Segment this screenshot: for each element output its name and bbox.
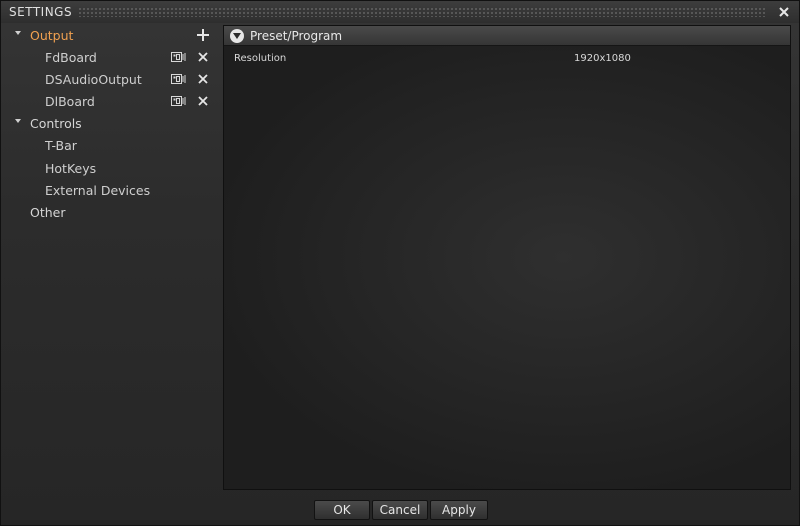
ok-button[interactable]: OK bbox=[314, 500, 370, 520]
tree-item-label: FdBoard bbox=[45, 49, 97, 65]
tree-item-output[interactable]: Output bbox=[1, 24, 219, 46]
tree-item-label: Output bbox=[30, 27, 74, 43]
remove-icon[interactable] bbox=[195, 72, 211, 86]
tree-item-label: Other bbox=[30, 204, 66, 220]
tree-item-label: T-Bar bbox=[45, 137, 77, 153]
device-settings-icon[interactable] bbox=[171, 72, 187, 86]
window-title: SETTINGS bbox=[9, 5, 73, 19]
remove-icon[interactable] bbox=[195, 50, 211, 64]
tree-item-label: Controls bbox=[30, 115, 82, 131]
tree-item-label: DSAudioOutput bbox=[45, 71, 142, 87]
property-value[interactable]: 1920x1080 bbox=[574, 53, 631, 64]
close-icon[interactable] bbox=[775, 3, 793, 21]
cancel-button[interactable]: Cancel bbox=[372, 500, 428, 520]
property-name: Resolution bbox=[234, 53, 287, 64]
tree-item-label: External Devices bbox=[45, 182, 151, 198]
remove-icon[interactable] bbox=[195, 94, 211, 108]
tree-item-fdboard[interactable]: FdBoard bbox=[1, 46, 219, 68]
title-bar-grip bbox=[78, 7, 767, 17]
section-title: Preset/Program bbox=[250, 28, 343, 43]
title-bar[interactable]: SETTINGS bbox=[1, 1, 799, 23]
tree-item-hotkeys[interactable]: HotKeys bbox=[1, 157, 219, 179]
tree-item-dsaudiooutput[interactable]: DSAudioOutput bbox=[1, 68, 219, 90]
section-header[interactable]: Preset/Program bbox=[224, 26, 790, 46]
device-settings-icon[interactable] bbox=[171, 94, 187, 108]
collapse-toggle-icon[interactable] bbox=[230, 28, 244, 43]
tree-item-other[interactable]: Other bbox=[1, 201, 219, 223]
tree-item-controls[interactable]: Controls bbox=[1, 112, 219, 134]
tree-item-label: HotKeys bbox=[45, 160, 97, 176]
properties-panel: Preset/Program Resolution 1920x1080 bbox=[223, 25, 791, 490]
expand-caret-icon[interactable] bbox=[15, 119, 21, 123]
apply-button[interactable]: Apply bbox=[430, 500, 488, 520]
tree-item-dlboard[interactable]: DlBoard bbox=[1, 90, 219, 112]
dialog-buttons: OK Cancel Apply bbox=[314, 500, 488, 520]
settings-window: SETTINGS Output FdBoard DSAudioOutput Dl… bbox=[0, 0, 800, 526]
property-row[interactable]: Resolution 1920x1080 bbox=[224, 46, 790, 68]
device-settings-icon[interactable] bbox=[171, 50, 187, 64]
tree-item-external-devices[interactable]: External Devices bbox=[1, 179, 219, 201]
add-output-icon[interactable] bbox=[195, 28, 211, 42]
settings-tree: Output FdBoard DSAudioOutput DlBoard Con… bbox=[1, 23, 219, 493]
expand-caret-icon[interactable] bbox=[15, 31, 21, 35]
tree-item-t-bar[interactable]: T-Bar bbox=[1, 134, 219, 156]
tree-item-label: DlBoard bbox=[45, 93, 95, 109]
